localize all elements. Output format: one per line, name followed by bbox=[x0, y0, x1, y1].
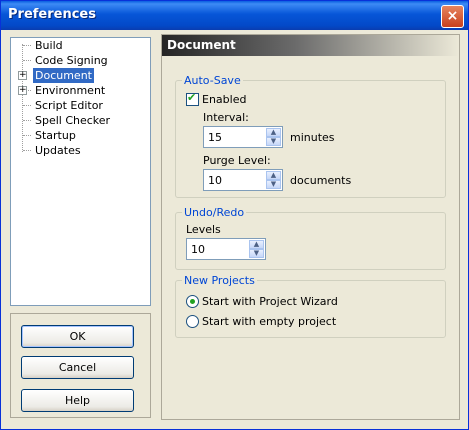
title-bar[interactable]: Preferences × bbox=[1, 1, 468, 30]
tree-connector bbox=[23, 60, 31, 61]
tree-connector bbox=[23, 150, 31, 151]
expand-plus-icon[interactable]: + bbox=[18, 71, 27, 80]
empty-project-radio-label[interactable]: Start with empty project bbox=[202, 315, 336, 328]
empty-project-radio[interactable] bbox=[186, 315, 199, 328]
enabled-checkbox[interactable]: ✔ bbox=[186, 91, 199, 106]
panel-header: Document bbox=[162, 35, 459, 56]
tree-item-document[interactable]: Document bbox=[33, 68, 94, 83]
tree-connector bbox=[23, 105, 31, 106]
tree-item-code-signing[interactable]: Code Signing bbox=[33, 53, 110, 68]
close-button[interactable]: × bbox=[441, 5, 464, 28]
levels-spinner[interactable]: ▲ ▼ bbox=[186, 238, 266, 260]
undo-redo-group-label: Undo/Redo bbox=[182, 206, 247, 219]
close-icon: × bbox=[446, 8, 459, 24]
interval-input[interactable] bbox=[208, 130, 263, 144]
purge-level-unit: documents bbox=[290, 174, 352, 187]
help-button[interactable]: Help bbox=[21, 389, 134, 412]
purge-level-input[interactable] bbox=[208, 173, 263, 187]
panel-title: Document bbox=[167, 38, 236, 52]
autosave-group: Auto-Save ✔ Enabled Interval: ▲ ▼ minute… bbox=[175, 74, 446, 198]
spinner-arrows: ▲ ▼ bbox=[266, 171, 281, 189]
levels-label: Levels bbox=[186, 223, 221, 236]
tree-item-spell-checker[interactable]: Spell Checker bbox=[33, 113, 112, 128]
ok-button[interactable]: OK bbox=[21, 325, 134, 348]
autosave-group-label: Auto-Save bbox=[182, 74, 243, 87]
tree-item-environment[interactable]: Environment bbox=[33, 83, 107, 98]
checkmark-icon: ✔ bbox=[187, 91, 197, 104]
tree-connector bbox=[23, 45, 31, 46]
wizard-radio-label[interactable]: Start with Project Wizard bbox=[202, 295, 338, 308]
spinner-arrows: ▲ ▼ bbox=[249, 240, 264, 258]
window-title: Preferences bbox=[8, 7, 96, 22]
spinner-arrows: ▲ ▼ bbox=[266, 128, 281, 146]
spin-down-icon[interactable]: ▼ bbox=[266, 137, 281, 146]
spin-down-icon[interactable]: ▼ bbox=[249, 249, 264, 258]
expand-plus-icon[interactable]: + bbox=[18, 86, 27, 95]
spin-up-icon[interactable]: ▲ bbox=[266, 171, 281, 180]
purge-level-spinner[interactable]: ▲ ▼ bbox=[203, 169, 283, 191]
tree-connector bbox=[23, 135, 31, 136]
spin-down-icon[interactable]: ▼ bbox=[266, 180, 281, 189]
wizard-radio[interactable] bbox=[186, 295, 199, 308]
spin-up-icon[interactable]: ▲ bbox=[266, 128, 281, 137]
purge-level-label: Purge Level: bbox=[203, 154, 271, 167]
tree-item-startup[interactable]: Startup bbox=[33, 128, 78, 143]
interval-label: Interval: bbox=[203, 111, 249, 124]
new-projects-group-label: New Projects bbox=[182, 274, 257, 287]
tree-item-script-editor[interactable]: Script Editor bbox=[33, 98, 105, 113]
document-settings-panel: Document Auto-Save ✔ Enabled Interval: ▲… bbox=[161, 34, 460, 420]
interval-spinner[interactable]: ▲ ▼ bbox=[203, 126, 283, 148]
enabled-label: Enabled bbox=[202, 93, 247, 106]
radio-selected-dot-icon bbox=[190, 299, 195, 304]
levels-input[interactable] bbox=[191, 242, 246, 256]
preferences-window: Preferences × + + Build Code Signing Doc… bbox=[0, 0, 469, 430]
undo-redo-group: Undo/Redo Levels ▲ ▼ bbox=[175, 206, 446, 270]
tree-item-build[interactable]: Build bbox=[33, 38, 65, 53]
category-tree[interactable]: + + Build Code Signing Document Environm… bbox=[10, 37, 151, 306]
new-projects-group: New Projects Start with Project Wizard S… bbox=[175, 274, 446, 338]
tree-connector bbox=[23, 120, 31, 121]
spin-up-icon[interactable]: ▲ bbox=[249, 240, 264, 249]
tree-item-updates[interactable]: Updates bbox=[33, 143, 83, 158]
cancel-button[interactable]: Cancel bbox=[21, 356, 134, 379]
interval-unit: minutes bbox=[290, 131, 335, 144]
dialog-buttons-panel: OK Cancel Help bbox=[10, 313, 151, 418]
